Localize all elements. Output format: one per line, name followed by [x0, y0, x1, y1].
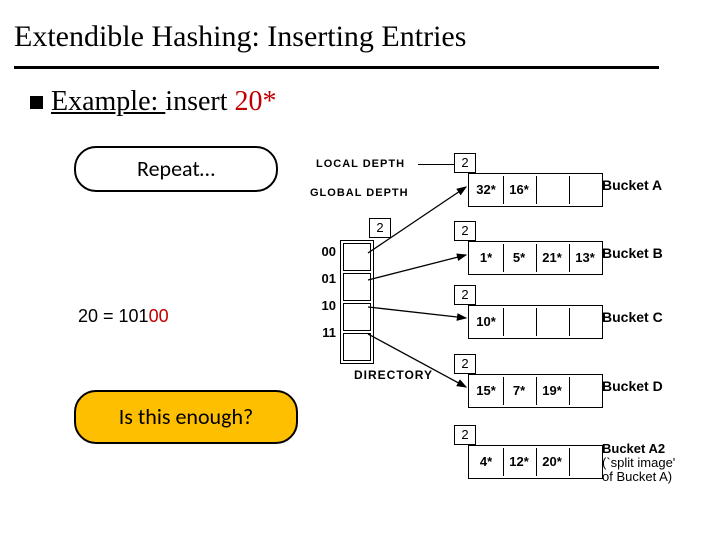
bucket-B-cell: 1*: [471, 244, 501, 272]
bucket-B-cell: 21*: [536, 244, 567, 272]
bucket-C-cell: [503, 308, 534, 336]
bucket-A2-cell: [569, 448, 600, 476]
bucket-A: 32* 16*: [468, 173, 603, 207]
example-value: 20*: [235, 86, 277, 117]
bucket-B: 1* 5* 21* 13*: [468, 241, 603, 275]
local-depth-label: LOCAL DEPTH: [316, 158, 405, 170]
dir-entry-10: 10: [314, 298, 336, 313]
directory-table: [340, 240, 374, 364]
bucket-A-cell: [569, 176, 600, 204]
bucket-A-cell: [536, 176, 567, 204]
bucket-D-cell: 19*: [536, 377, 567, 405]
bucket-C: 10*: [468, 305, 603, 339]
bullet-square-icon: [30, 96, 43, 109]
binary-calc: 20 = 10100: [78, 306, 169, 327]
bucket-A2-cell: 4*: [471, 448, 501, 476]
slide: Extendible Hashing: Inserting Entries Ex…: [0, 0, 720, 540]
calc-suffix: 00: [149, 306, 169, 326]
global-depth-box: 2: [369, 218, 391, 238]
bucket-A2-cell: 12*: [503, 448, 534, 476]
dir-entry-00: 00: [314, 244, 336, 259]
callout-repeat: Repeat…: [74, 146, 278, 192]
callout-enough: Is this enough?: [74, 390, 298, 444]
bucket-C-cell: 10*: [471, 308, 501, 336]
bucket-A2-name: Bucket A2: [602, 441, 665, 456]
bucket-D-cell: 7*: [503, 377, 534, 405]
bucket-D: 15* 7* 19*: [468, 374, 603, 408]
global-depth-label: GLOBAL DEPTH: [310, 187, 409, 199]
bucket-D-cell: [569, 377, 600, 405]
bucket-A-cell: 16*: [503, 176, 534, 204]
bucket-A2-note: (`split image' of Bucket A): [602, 455, 675, 484]
title-rule: [14, 66, 659, 69]
bucket-C-cell: [569, 308, 600, 336]
local-depth-A2: 2: [454, 425, 476, 445]
local-depth-B: 2: [454, 221, 476, 241]
calc-lhs: 20 = 101: [78, 306, 149, 326]
example-prefix: Example:: [51, 86, 165, 117]
dir-entry-11: 11: [314, 325, 336, 340]
dir-entry-01: 01: [314, 271, 336, 286]
bucket-A-cell: 32*: [471, 176, 501, 204]
directory-label: DIRECTORY: [354, 368, 433, 382]
local-depth-pointer: [418, 164, 454, 165]
bucket-A2-label: Bucket A2 (`split image' of Bucket A): [602, 442, 675, 484]
bucket-A2-cell: 20*: [536, 448, 567, 476]
bucket-A-label: Bucket A: [602, 177, 662, 193]
bucket-C-cell: [536, 308, 567, 336]
local-depth-C: 2: [454, 285, 476, 305]
slide-title: Extendible Hashing: Inserting Entries: [14, 20, 466, 54]
bucket-C-label: Bucket C: [602, 309, 663, 325]
local-depth-A: 2: [454, 153, 476, 173]
bucket-D-label: Bucket D: [602, 378, 663, 394]
bucket-A2: 4* 12* 20*: [468, 445, 603, 479]
bucket-B-label: Bucket B: [602, 245, 663, 261]
bucket-B-cell: 13*: [569, 244, 600, 272]
local-depth-D: 2: [454, 354, 476, 374]
bucket-D-cell: 15*: [471, 377, 501, 405]
example-line: Example: insert 20*: [30, 86, 277, 118]
example-action: insert: [165, 86, 234, 117]
bucket-B-cell: 5*: [503, 244, 534, 272]
